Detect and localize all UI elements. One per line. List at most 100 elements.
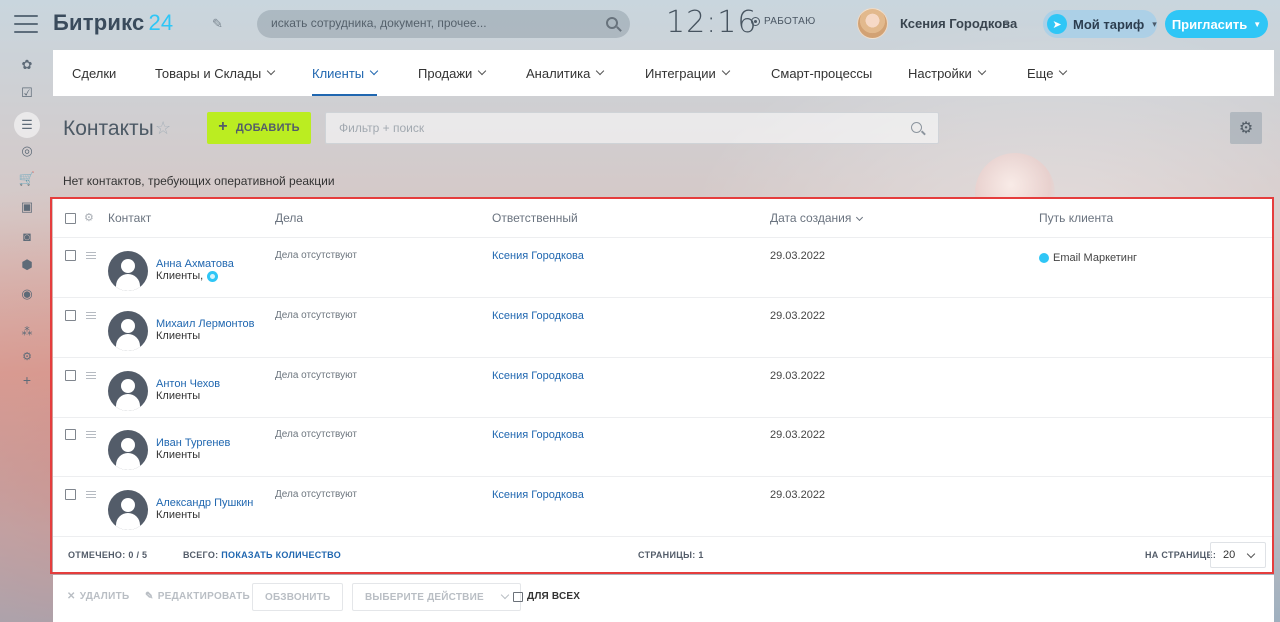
table-row[interactable]: Иван Тургенев Клиенты Дела отсутствуют К… [53,417,1274,477]
chevron-circle-icon[interactable]: ◉ [20,286,34,301]
column-header-contact[interactable]: Контакт [108,211,151,225]
crm-filter-icon[interactable]: ☰ [20,117,34,132]
search-icon[interactable] [911,122,922,133]
table-row[interactable]: Михаил Лермонтов Клиенты Дела отсутствую… [53,298,1274,358]
table-row[interactable]: Антон Чехов Клиенты Дела отсутствуют Ксе… [53,358,1274,418]
show-count-link[interactable]: ПОКАЗАТЬ КОЛИЧЕСТВО [221,550,341,560]
chevron-down-icon [369,66,379,76]
contact-card-icon[interactable]: ▣ [20,199,34,214]
responsible-link[interactable]: Ксения Городкова [492,489,584,501]
call-button[interactable]: ОБЗВОНИТЬ [252,583,344,611]
row-menu-icon[interactable] [86,252,96,259]
group-actions-bar: ✕ УДАЛИТЬ ✎ РЕДАКТИРОВАТЬ ОБЗВОНИТЬ ВЫБЕРИ… [53,575,1274,622]
sort-down-icon [856,213,864,221]
deals-status: Дела отсутствуют [275,310,357,321]
global-search-input[interactable] [271,16,591,30]
row-checkbox[interactable] [65,310,76,321]
chevron-down-icon [977,66,986,76]
per-page-select[interactable]: 20 [1210,542,1266,568]
tariff-label: Мой тариф [1073,16,1145,32]
chevron-down-icon [1059,66,1068,76]
gear-icon: ⚙ [1238,120,1254,137]
chevron-down-icon[interactable]: ▾ [1004,17,1009,28]
column-header-responsible[interactable]: Ответственный [492,211,578,225]
tab-sales[interactable]: Продажи [418,50,487,96]
row-menu-icon[interactable] [86,431,96,438]
clock[interactable]: 12:16 [666,5,757,40]
filter-search-input[interactable] [339,121,839,135]
tariff-button[interactable]: ➤ Мой тариф ▾ [1043,10,1157,38]
add-contact-button[interactable]: + ДОБАВИТЬ [207,112,311,144]
client-path[interactable]: Email Маркетинг [1039,252,1137,264]
invite-button[interactable]: Пригласить ▼ [1165,10,1268,38]
row-checkbox[interactable] [65,429,76,440]
edit-pencil-icon[interactable]: ✎ [212,16,223,32]
tab-products[interactable]: Товары и Склады [155,50,276,96]
row-menu-icon[interactable] [86,491,96,498]
menu-hamburger-icon[interactable] [14,15,38,33]
edit-action[interactable]: ✎ РЕДАКТИРОВАТЬ [145,591,250,602]
contact-name-link[interactable]: Анна Ахматова [156,258,234,270]
box-icon[interactable]: ⬢ [20,257,34,272]
row-menu-icon[interactable] [86,372,96,379]
client-path-label: Email Маркетинг [1053,252,1138,264]
plus-icon: + [218,118,228,135]
action-select[interactable]: ВЫБЕРИТЕ ДЕЙСТВИЕ [352,583,521,611]
for-all-checkbox[interactable]: ДЛЯ ВСЕХ [513,591,580,602]
tab-clients[interactable]: Клиенты [312,50,379,96]
brand-logo[interactable]: Битрикс 24 [53,10,173,36]
checklist-icon[interactable]: ☑ [20,85,34,100]
invite-label: Пригласить [1171,16,1248,32]
settings-icon[interactable]: ⚙ [20,349,34,363]
chevron-down-icon [500,590,510,600]
global-search[interactable] [257,10,630,38]
tab-smart-processes[interactable]: Смарт-процессы [771,50,872,96]
responsible-link[interactable]: Ксения Городкова [492,250,584,262]
tab-analytics[interactable]: Аналитика [526,50,605,96]
contact-name-link[interactable]: Иван Тургенев [156,437,230,449]
responsible-link[interactable]: Ксения Городкова [492,310,584,322]
responsible-link[interactable]: Ксения Городкова [492,429,584,441]
contact-name-link[interactable]: Александр Пушкин [156,497,253,509]
cart-icon[interactable]: 🛒 [19,171,35,186]
tasks-icon[interactable]: ✿ [20,57,34,72]
contact-avatar [108,251,148,291]
robot-icon[interactable]: ◙ [20,229,34,244]
email-channel-icon [1039,253,1049,263]
tab-integrations[interactable]: Интеграции [645,50,730,96]
tab-deals[interactable]: Сделки [72,50,116,96]
contact-avatar [108,311,148,351]
target-icon[interactable]: ◎ [20,143,34,158]
filter-search[interactable] [325,112,939,144]
sitemap-icon[interactable]: ⁂ [20,324,34,338]
list-settings-button[interactable]: ⚙ [1230,112,1262,144]
table-row[interactable]: Анна Ахматова Клиенты, Дела отсутствуют … [53,238,1274,298]
grid-footer: ОТМЕЧЕНО: 0 / 5 ВСЕГО: ПОКАЗАТЬ КОЛИЧЕСТ… [53,535,1274,573]
user-avatar[interactable] [857,8,888,39]
column-header-created[interactable]: Дата создания [770,211,864,225]
contact-name-link[interactable]: Михаил Лермонтов [156,318,255,330]
table-row[interactable]: Александр Пушкин Клиенты Дела отсутствую… [53,477,1274,537]
favorite-star-icon[interactable]: ☆ [155,118,171,139]
tab-more[interactable]: Еще [1027,50,1068,96]
column-header-deals[interactable]: Дела [275,211,303,225]
user-name[interactable]: Ксения Городкова [900,16,1017,31]
row-checkbox[interactable] [65,489,76,500]
row-checkbox[interactable] [65,370,76,381]
row-checkbox[interactable] [65,250,76,261]
tab-settings[interactable]: Настройки [908,50,986,96]
work-status[interactable]: РАБОТАЮ [751,16,816,27]
column-header-client-path[interactable]: Путь клиента [1039,211,1113,225]
contact-avatar [108,430,148,470]
responsible-link[interactable]: Ксения Городкова [492,370,584,382]
search-icon[interactable] [606,17,618,29]
page-title: Контакты [63,117,154,140]
delete-action[interactable]: ✕ УДАЛИТЬ [67,591,129,602]
row-menu-icon[interactable] [86,312,96,319]
contact-type: Клиенты [156,390,201,402]
column-settings-gear-icon[interactable]: ⚙ [84,211,94,224]
contact-name-link[interactable]: Антон Чехов [156,378,220,390]
plus-icon[interactable]: + [20,372,34,388]
select-all-checkbox[interactable] [65,213,76,224]
contacts-grid: ⚙ Контакт Дела Ответственный Дата создан… [53,197,1274,573]
